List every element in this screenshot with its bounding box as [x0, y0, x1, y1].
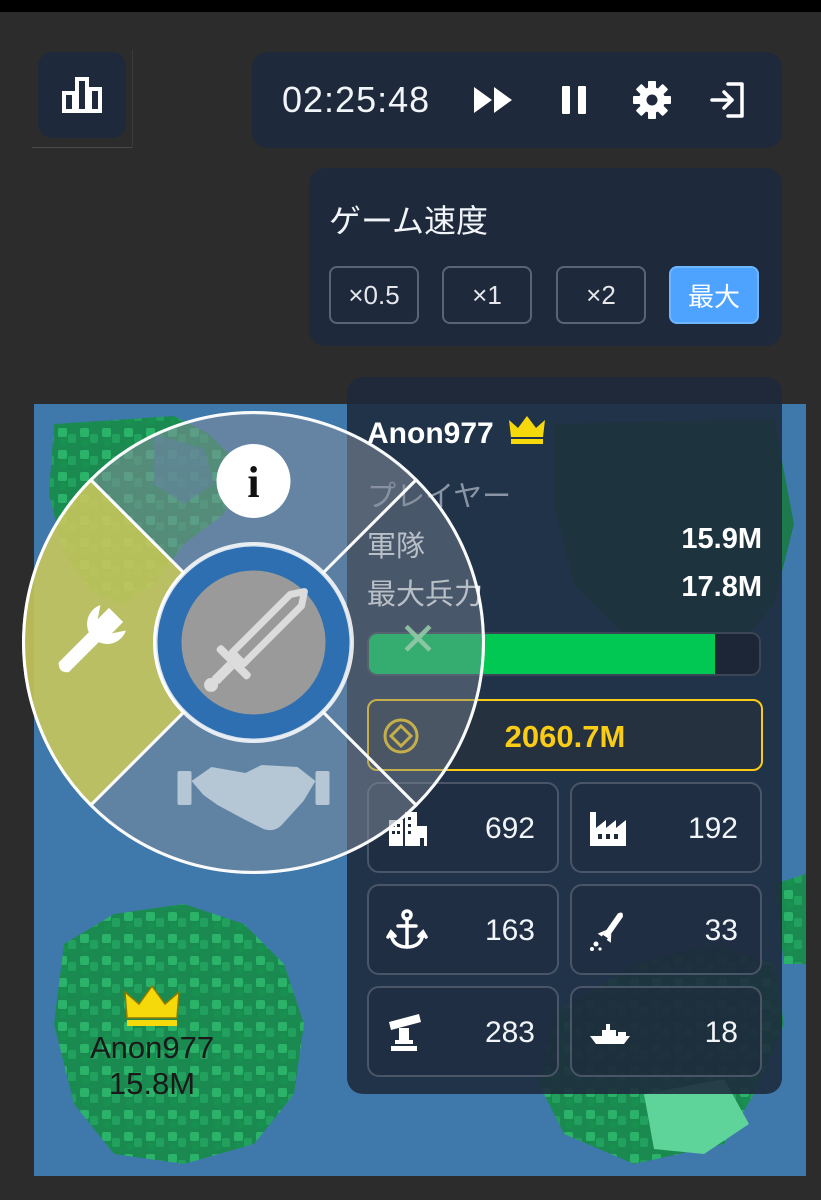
leaderboard-button[interactable] [38, 52, 126, 138]
map-player-label[interactable]: Anon977 15.8M [54, 984, 250, 1102]
speed-0-5-button[interactable]: ×0.5 [329, 266, 419, 324]
speed-2-button[interactable]: ×2 [556, 266, 646, 324]
speed-1-button[interactable]: ×1 [442, 266, 532, 324]
fast-forward-icon[interactable] [472, 78, 516, 122]
stat-defense: 283 [367, 986, 559, 1077]
status-bar [0, 0, 821, 12]
warship-icon [590, 1024, 630, 1044]
stat-factories-value: 192 [687, 812, 738, 845]
stats-icon [62, 77, 102, 113]
stat-cities-value: 692 [484, 812, 535, 845]
crown-icon [124, 984, 180, 1026]
game-timer: 02:25:48 [282, 79, 431, 120]
control-bar: 02:25:48 [252, 52, 782, 148]
sam-launcher-icon [389, 1014, 421, 1051]
factory-icon [590, 812, 626, 846]
map-player-troops: 15.8M [108, 1066, 196, 1101]
missile-icon [590, 912, 623, 951]
exit-icon[interactable] [706, 78, 750, 122]
stat-factories: 192 [570, 782, 762, 873]
crown-icon [509, 416, 546, 444]
max-troops-value: 17.8M [681, 571, 762, 603]
divider [32, 147, 132, 148]
game-speed-title: ゲーム速度 [329, 203, 489, 239]
game-speed-panel: ゲーム速度 ×0.5 ×1 ×2 最大 [309, 168, 782, 346]
speed-max-button[interactable]: 最大 [669, 266, 759, 324]
stat-warships-value: 18 [704, 1016, 738, 1049]
stat-warships: 18 [570, 986, 762, 1077]
troops-value: 15.9M [681, 523, 762, 555]
stat-missiles: 33 [570, 884, 762, 975]
stat-defense-value: 283 [484, 1016, 535, 1049]
divider [132, 50, 133, 148]
close-icon: ✕ [399, 612, 438, 666]
radial-action-menu: i ✕ [22, 411, 485, 874]
stat-ports-value: 163 [484, 914, 535, 947]
pause-icon[interactable] [552, 78, 596, 122]
map-player-name: Anon977 [89, 1030, 215, 1065]
anchor-icon [386, 909, 428, 949]
info-icon: i [247, 458, 259, 507]
stat-missiles-value: 33 [704, 914, 738, 947]
gear-icon[interactable] [630, 78, 674, 122]
stat-ports: 163 [367, 884, 559, 975]
